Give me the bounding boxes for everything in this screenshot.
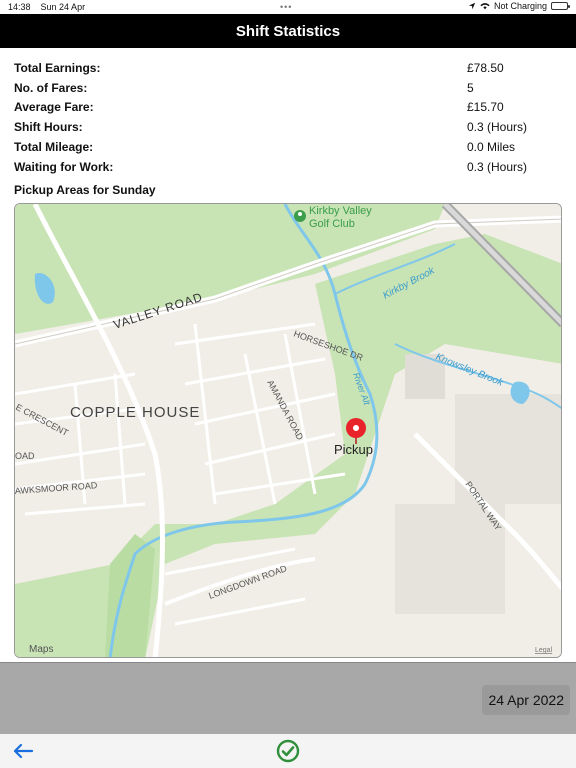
battery-icon <box>551 2 570 10</box>
stat-label: Total Mileage: <box>14 140 94 155</box>
road-label-fragment: OAD <box>15 451 35 461</box>
shift-stats-list: Total Earnings: £78.50 No. of Fares: 5 A… <box>14 58 562 177</box>
stat-label: Waiting for Work: <box>14 159 114 174</box>
date-picker[interactable]: 24 Apr 2022 <box>482 685 570 715</box>
stat-label: No. of Fares: <box>14 80 88 95</box>
map-canvas[interactable]: Kirkby Valley Golf Club VALLEY ROAD Kirk… <box>15 204 562 658</box>
wifi-icon <box>480 3 490 10</box>
pickup-map[interactable]: Kirkby Valley Golf Club VALLEY ROAD Kirk… <box>14 203 562 658</box>
stat-value: 0.3 (Hours) <box>467 120 528 135</box>
pin-label: Pickup <box>334 442 373 457</box>
charging-status: Not Charging <box>493 1 547 11</box>
stat-value: £78.50 <box>467 60 504 75</box>
status-time: 14:38 <box>8 2 31 12</box>
stat-row: Waiting for Work: 0.3 (Hours) <box>14 157 562 177</box>
stat-value: 5 <box>467 80 474 95</box>
stat-value: 0.0 Miles <box>467 140 516 155</box>
check-circle-icon[interactable] <box>276 739 300 763</box>
date-value: 24 Apr 2022 <box>488 692 564 708</box>
stat-label: Average Fare: <box>14 100 94 115</box>
arrow-left-icon[interactable] <box>10 740 36 762</box>
golf-label: Kirkby Valley <box>309 205 372 217</box>
stat-label: Shift Hours: <box>14 120 83 135</box>
stat-label: Total Earnings: <box>14 60 101 75</box>
stat-row: Total Earnings: £78.50 <box>14 58 562 78</box>
stat-value: £15.70 <box>467 100 504 115</box>
date-picker-bar: 24 Apr 2022 <box>0 662 576 734</box>
location-icon <box>468 2 476 10</box>
status-date: Sun 24 Apr <box>40 2 86 12</box>
page-title: Shift Statistics <box>235 22 341 40</box>
stat-row: Shift Hours: 0.3 (Hours) <box>14 117 562 137</box>
stat-row: Average Fare: £15.70 <box>14 98 562 118</box>
bottom-toolbar <box>0 734 576 768</box>
stat-row: No. of Fares: 5 <box>14 78 562 98</box>
status-bar: 14:38 Sun 24 Apr ••• Not Charging <box>0 0 576 14</box>
maps-attribution: Maps <box>29 644 53 655</box>
navigation-bar: Shift Statistics <box>0 14 576 48</box>
copple-house-label: COPPLE HOUSE <box>70 404 200 421</box>
stat-row: Total Mileage: 0.0 Miles <box>14 137 562 157</box>
stat-value: 0.3 (Hours) <box>467 159 528 174</box>
legal-link[interactable]: Legal <box>535 647 553 654</box>
multitasking-dots[interactable]: ••• <box>280 2 292 12</box>
section-title: Pickup Areas for Sunday <box>14 183 156 197</box>
golf-label-2: Golf Club <box>309 218 355 230</box>
